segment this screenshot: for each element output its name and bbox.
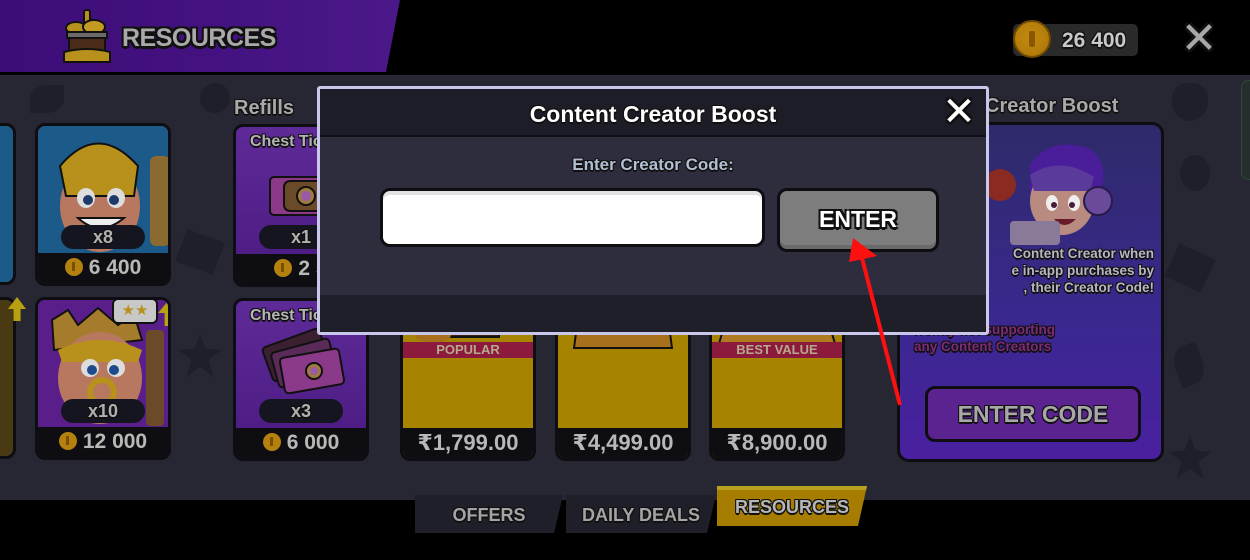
- coin-icon: [274, 259, 293, 277]
- close-icon[interactable]: ✕: [1180, 17, 1218, 61]
- bg-shield-shape: [1172, 83, 1208, 121]
- quantity-badge: x10: [61, 399, 145, 423]
- partial-card[interactable]: [0, 297, 16, 459]
- star-icon: ★: [135, 302, 149, 319]
- coin-icon: [58, 432, 77, 450]
- modal-footer: [320, 295, 986, 332]
- quantity-badge: x3: [259, 399, 343, 423]
- tab-resources[interactable]: RESOURCES: [717, 486, 867, 526]
- price-value: 12 000: [82, 430, 148, 453]
- bg-star-shape: [178, 333, 222, 377]
- page-title: RESOURCES: [122, 24, 276, 52]
- price-value: 6 000: [286, 431, 340, 454]
- creator-code-input[interactable]: [380, 188, 765, 247]
- card-title: Chest Tic: [250, 133, 322, 150]
- enter-code-button[interactable]: ENTER CODE: [925, 386, 1141, 442]
- bg-leaf-shape: [30, 85, 64, 113]
- price-value: 6 400: [88, 256, 142, 279]
- content-creator-avatar: [984, 144, 1113, 245]
- content-creator-modal: Content Creator Boost ✕ Enter Creator Co…: [317, 86, 989, 335]
- popular-tag: POPULAR: [403, 342, 533, 358]
- bg-crown-shape: [175, 229, 225, 275]
- tab-offers[interactable]: OFFERS: [415, 495, 563, 533]
- partial-card[interactable]: [1241, 80, 1250, 180]
- bg-crown-shape: [1164, 243, 1216, 293]
- top-bar: RESOURCES 26 400 ✕: [0, 0, 1250, 75]
- price-label[interactable]: 6 000: [236, 428, 366, 458]
- modal-header: Content Creator Boost ✕: [320, 89, 986, 137]
- coin-icon: [1013, 20, 1051, 58]
- treasure-chest-icon: [63, 9, 111, 63]
- creator-code-label: Enter Creator Code:: [572, 155, 734, 174]
- modal-title: Content Creator Boost: [529, 101, 777, 127]
- partial-card[interactable]: [0, 123, 16, 285]
- quantity-badge: x8: [61, 225, 145, 249]
- price-label[interactable]: ₹4,499.00: [558, 428, 688, 458]
- star-icon: ★: [121, 302, 135, 319]
- bg-fruit-shape: [1180, 155, 1210, 191]
- title-banner: RESOURCES: [0, 0, 400, 72]
- hero-card[interactable]: x8 6 400: [35, 123, 171, 286]
- card-title: Chest Tic: [250, 307, 322, 324]
- enter-button[interactable]: ENTER: [777, 188, 939, 252]
- price-label[interactable]: 12 000: [38, 427, 168, 457]
- price-label[interactable]: ₹1,799.00: [403, 428, 533, 458]
- close-icon[interactable]: ✕: [942, 92, 976, 132]
- coin-amount: 26 400: [1062, 29, 1127, 52]
- tab-daily-deals[interactable]: DAILY DEALS: [566, 495, 716, 533]
- price-label[interactable]: ₹8,900.00: [712, 428, 842, 458]
- coin-icon: [64, 258, 83, 276]
- coin-icon: [262, 433, 281, 451]
- hero-card[interactable]: ★★ x10 12 000: [35, 297, 171, 460]
- section-title-refills: Refills: [234, 97, 295, 119]
- bg-leaf-shape: [1169, 341, 1209, 389]
- bg-star-shape: [1168, 435, 1212, 479]
- best-value-tag: BEST VALUE: [712, 342, 842, 358]
- price-label[interactable]: 6 400: [38, 253, 168, 283]
- star-rating-badge: ★★: [112, 300, 158, 324]
- section-title-creator-boost: Creator Boost: [985, 95, 1119, 117]
- chest-tickets-icon: [261, 327, 346, 395]
- bg-leaf-shape: [200, 83, 230, 113]
